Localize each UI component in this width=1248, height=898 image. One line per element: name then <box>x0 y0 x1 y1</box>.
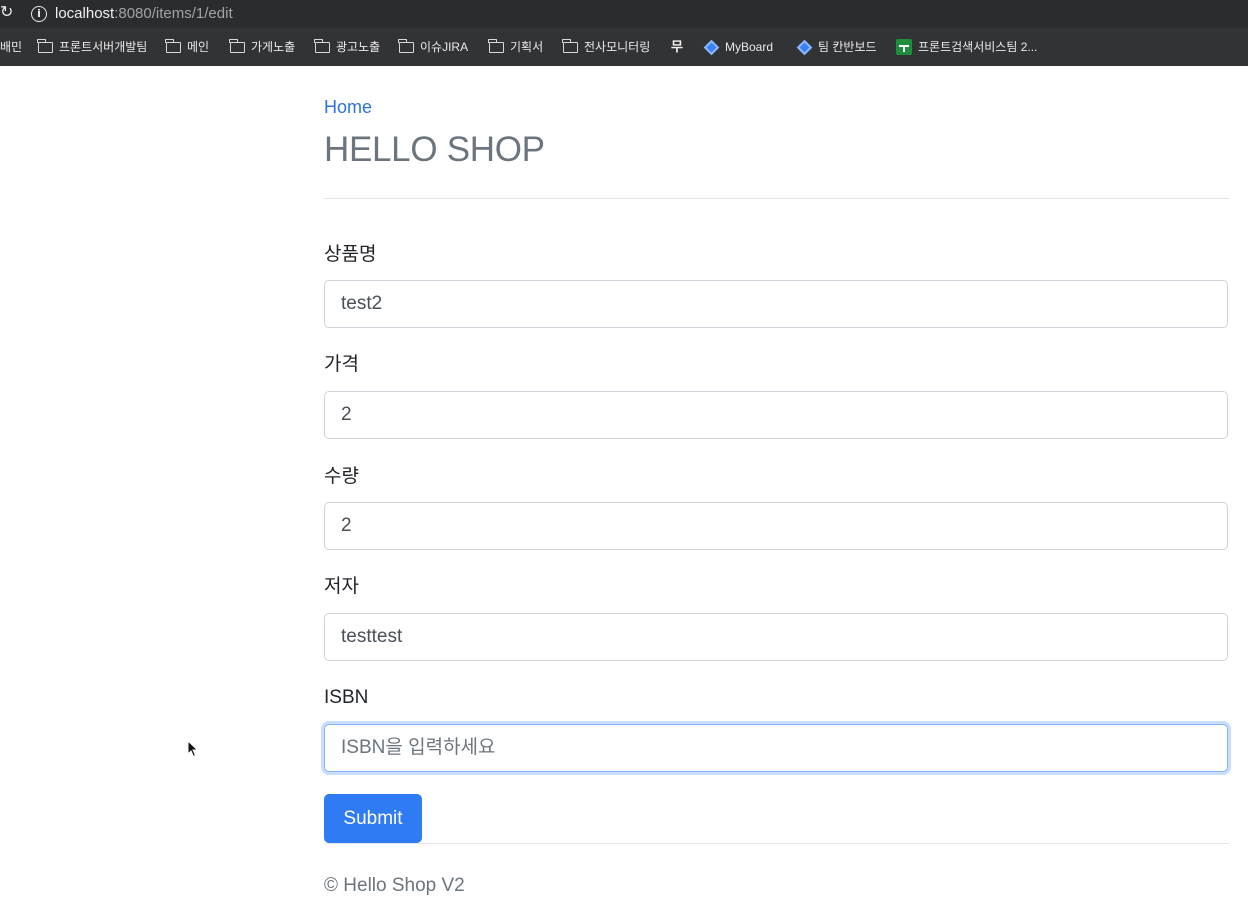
bookmark-team-kanban[interactable]: 팀 칸반보드 <box>796 38 877 56</box>
bookmark-label: 팀 칸반보드 <box>818 40 877 54</box>
folder-icon <box>562 38 578 53</box>
price-label: 가격 <box>324 354 359 375</box>
jira-diamond-icon <box>796 39 813 55</box>
product-name-label: 상품명 <box>324 244 377 265</box>
bookmark-baemin[interactable]: 배민 <box>0 38 22 56</box>
bookmark-label: MyBoard <box>725 40 774 54</box>
isbn-label: ISBN <box>324 687 369 708</box>
reload-icon[interactable]: ↻ <box>0 3 13 23</box>
submit-button[interactable]: Submit <box>324 794 422 843</box>
product-name-input[interactable] <box>324 280 1228 328</box>
bookmark-label: 프론트서버개발팀 <box>59 40 148 54</box>
page-title: HELLO SHOP <box>324 130 545 169</box>
url-path: :8080/items/1/edit <box>114 5 233 22</box>
bookmark-glyph-icon: 무 <box>671 39 683 54</box>
footer-divider <box>324 843 1229 844</box>
bookmark-main[interactable]: 메인 <box>165 38 210 56</box>
bookmark-mu[interactable]: 무 <box>671 38 683 56</box>
quantity-label: 수량 <box>324 466 359 487</box>
bookmark-issue-jira[interactable]: 이슈JIRA <box>398 38 469 56</box>
folder-icon <box>229 38 245 53</box>
quantity-input[interactable] <box>324 502 1228 550</box>
folder-icon <box>488 38 504 53</box>
spreadsheet-icon <box>896 39 912 55</box>
price-input[interactable] <box>324 391 1228 439</box>
bookmark-front-server-team[interactable]: 프론트서버개발팀 <box>37 38 148 56</box>
bookmark-label: 기획서 <box>510 40 544 54</box>
home-link[interactable]: Home <box>324 96 372 118</box>
bookmark-label: 메인 <box>187 40 210 54</box>
bookmark-label: 이슈JIRA <box>420 40 469 54</box>
bookmark-label: 광고노출 <box>336 40 381 54</box>
info-icon[interactable]: i <box>31 6 47 22</box>
bookmark-label: 배민 <box>0 40 23 54</box>
bookmark-planning-docs[interactable]: 기획서 <box>488 38 544 56</box>
url-field[interactable]: localhost:8080/items/1/edit <box>55 4 233 24</box>
bookmarks-bar: 배민 프론트서버개발팀 메인 가게노출 광고노출 이슈JIRA 기획서 전사모니… <box>0 28 1248 66</box>
bookmark-label: 전사모니터링 <box>584 40 651 54</box>
bookmark-label: 프론트검색서비스팀 2... <box>918 40 1038 54</box>
bookmark-company-monitoring[interactable]: 전사모니터링 <box>562 38 651 56</box>
bookmark-shop-exposure[interactable]: 가게노출 <box>229 38 296 56</box>
jira-diamond-icon <box>703 39 720 55</box>
isbn-input[interactable] <box>324 724 1228 772</box>
folder-icon <box>165 38 181 53</box>
header-divider <box>324 198 1229 199</box>
bookmark-ad-exposure[interactable]: 광고노출 <box>314 38 381 56</box>
browser-address-bar: ↻ i localhost:8080/items/1/edit <box>0 0 1248 28</box>
author-input[interactable] <box>324 613 1228 661</box>
bookmark-myboard[interactable]: MyBoard <box>703 38 774 56</box>
mouse-cursor-icon <box>187 740 199 758</box>
bookmark-front-search-team[interactable]: 프론트검색서비스팀 2... <box>896 38 1037 56</box>
folder-icon <box>398 38 414 53</box>
folder-icon <box>37 38 53 53</box>
author-label: 저자 <box>324 576 359 597</box>
folder-icon <box>314 38 330 53</box>
bookmark-label: 가게노출 <box>251 40 296 54</box>
url-host: localhost <box>55 5 115 22</box>
footer-copyright: © Hello Shop V2 <box>324 875 465 896</box>
